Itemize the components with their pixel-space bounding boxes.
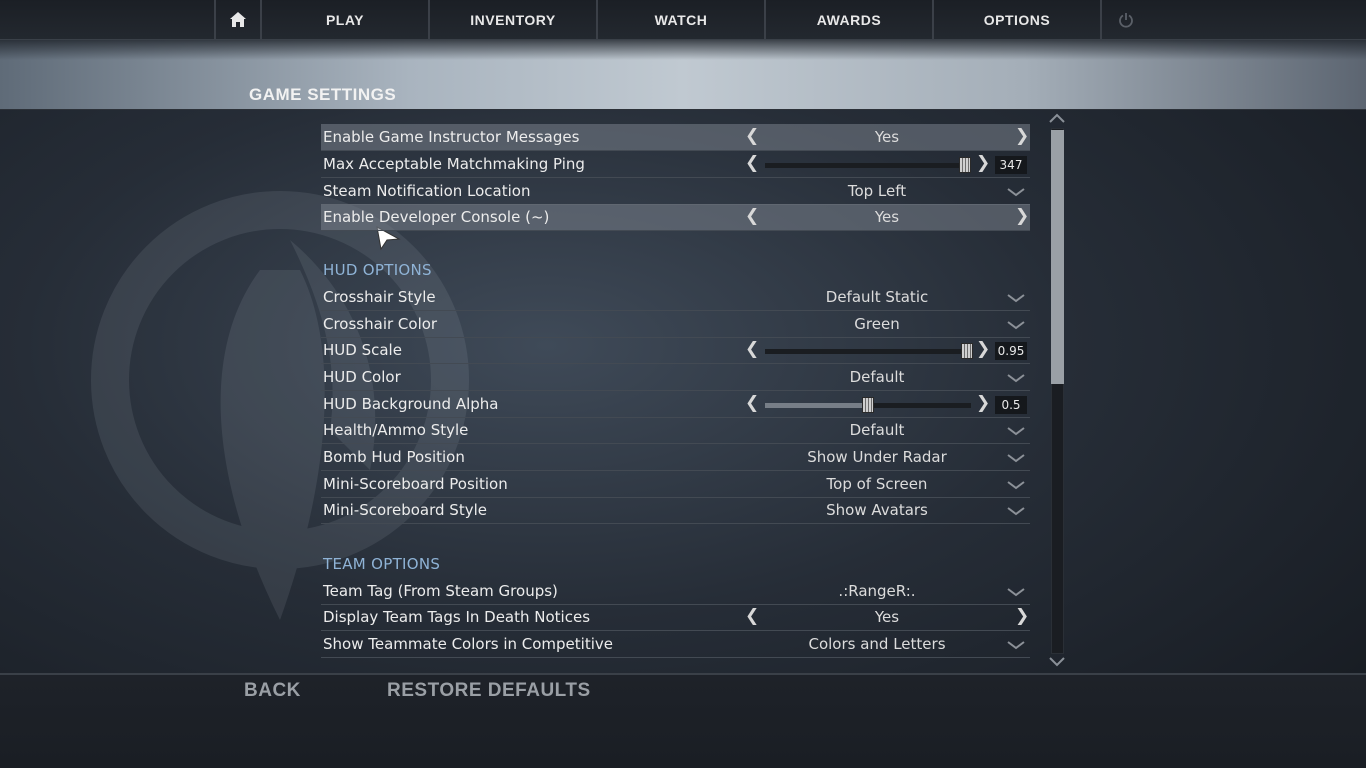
slider-fill <box>765 163 965 168</box>
setting-label: HUD Background Alpha <box>323 395 499 413</box>
setting-dropdown-value[interactable]: Green <box>761 315 1013 333</box>
setting-label: Display Team Tags In Death Notices <box>323 608 591 626</box>
setting-dropdown-value[interactable]: Default <box>761 368 1013 386</box>
setting-row[interactable]: Mini-Scoreboard Position Top of Screen <box>321 471 1030 498</box>
setting-row[interactable]: Crosshair Style Default Static <box>321 284 1030 311</box>
arrow-left-icon[interactable]: ❮ <box>745 393 759 413</box>
restore-defaults-button[interactable]: RESTORE DEFAULTS <box>387 680 591 702</box>
scroll-up-icon[interactable] <box>1048 112 1066 124</box>
setting-row[interactable]: Bomb Hud Position Show Under Radar <box>321 444 1030 471</box>
chevron-down-icon[interactable] <box>1007 426 1025 436</box>
slider-track[interactable] <box>765 343 973 359</box>
home-icon <box>230 12 246 27</box>
setting-row[interactable]: Health/Ammo Style Default <box>321 417 1030 444</box>
arrow-right-icon[interactable]: ❯ <box>1015 606 1029 626</box>
scrollbar-thumb[interactable] <box>1051 130 1064 384</box>
setting-row[interactable]: Display Team Tags In Death Notices ❮ Yes ❯ <box>321 604 1030 631</box>
slider-handle[interactable] <box>958 157 971 173</box>
section-title-hud: HUD OPTIONS <box>323 261 432 279</box>
nav-watch[interactable]: WATCH <box>598 0 766 39</box>
setting-dropdown-value[interactable]: .:RangeR:. <box>761 582 1013 600</box>
setting-label: Mini-Scoreboard Style <box>323 501 487 519</box>
setting-label: Crosshair Color <box>323 315 438 333</box>
arrow-right-icon[interactable]: ❯ <box>976 153 990 173</box>
chevron-down-icon[interactable] <box>1007 480 1025 490</box>
setting-dropdown-value[interactable]: Default <box>761 421 1013 439</box>
chevron-down-icon[interactable] <box>1007 640 1025 650</box>
slider-handle[interactable] <box>960 343 973 359</box>
setting-row[interactable]: HUD Background Alpha ❮ ❯ 0.5 <box>321 391 1030 418</box>
setting-dropdown-value[interactable]: Show Avatars <box>761 501 1013 519</box>
slider-fill <box>765 349 967 354</box>
chevron-down-icon[interactable] <box>1007 373 1025 383</box>
setting-label: Max Acceptable Matchmaking Ping <box>323 155 585 173</box>
setting-label: Bomb Hud Position <box>323 448 465 466</box>
arrow-right-icon[interactable]: ❯ <box>1015 206 1029 226</box>
arrow-right-icon[interactable]: ❯ <box>976 339 990 359</box>
slider-track[interactable] <box>765 157 971 173</box>
setting-dropdown-value[interactable]: Colors and Letters <box>761 635 1013 653</box>
chevron-down-icon[interactable] <box>1007 293 1025 303</box>
setting-label: Enable Developer Console (~) <box>323 208 550 226</box>
chevron-down-icon[interactable] <box>1007 320 1025 330</box>
setting-dropdown-value[interactable]: Show Under Radar <box>761 448 1013 466</box>
section-title-team: TEAM OPTIONS <box>323 555 441 573</box>
slider-fill <box>868 403 971 408</box>
power-icon <box>1119 12 1133 28</box>
chevron-down-icon[interactable] <box>1007 587 1025 597</box>
setting-label: Health/Ammo Style <box>323 421 469 439</box>
setting-row[interactable]: HUD Scale ❮ ❯ 0.95 <box>321 337 1030 364</box>
slider-value[interactable]: 0.95 <box>995 342 1027 360</box>
chevron-down-icon[interactable] <box>1007 506 1025 516</box>
nav-home-button[interactable] <box>214 0 262 39</box>
setting-label: Crosshair Style <box>323 288 436 306</box>
setting-value: Yes <box>874 128 900 146</box>
setting-label: Team Tag (From Steam Groups) <box>323 582 558 600</box>
arrow-left-icon[interactable]: ❮ <box>745 606 759 626</box>
setting-value: Yes <box>874 208 900 226</box>
setting-row[interactable]: Mini-Scoreboard Style Show Avatars <box>321 497 1030 524</box>
page-title: GAME SETTINGS <box>249 85 397 104</box>
footer-bar <box>0 673 1366 768</box>
chevron-down-icon[interactable] <box>1007 453 1025 463</box>
chevron-down-icon[interactable] <box>1007 187 1025 197</box>
back-button[interactable]: BACK <box>244 680 301 702</box>
arrow-right-icon[interactable]: ❯ <box>976 393 990 413</box>
setting-dropdown-value[interactable]: Top of Screen <box>761 475 1013 493</box>
setting-row[interactable]: Max Acceptable Matchmaking Ping ❮ ❯ 347 <box>321 151 1030 178</box>
setting-label: HUD Scale <box>323 341 402 359</box>
setting-row[interactable]: HUD Color Default <box>321 364 1030 391</box>
arrow-left-icon[interactable]: ❮ <box>745 153 759 173</box>
setting-row[interactable]: Team Tag (From Steam Groups) .:RangeR:. <box>321 578 1030 605</box>
setting-row[interactable]: Crosshair Color Green <box>321 311 1030 338</box>
setting-label: Steam Notification Location <box>323 182 531 200</box>
slider-track[interactable] <box>765 397 971 413</box>
arrow-left-icon[interactable]: ❮ <box>745 126 759 146</box>
setting-dropdown-value[interactable]: Default Static <box>761 288 1013 306</box>
slider-handle[interactable] <box>862 397 874 413</box>
slider-value[interactable]: 0.5 <box>995 396 1027 414</box>
nav-inventory[interactable]: INVENTORY <box>430 0 598 39</box>
setting-label: Enable Game Instructor Messages <box>323 128 580 146</box>
slider-value[interactable]: 347 <box>995 156 1027 174</box>
nav-play[interactable]: PLAY <box>262 0 430 39</box>
setting-row[interactable]: Show Teammate Colors in Competitive Color… <box>321 631 1030 658</box>
setting-row[interactable]: Enable Developer Console (~) ❮ Yes ❯ <box>321 204 1030 231</box>
nav-power-button[interactable] <box>1102 0 1150 39</box>
nav-awards[interactable]: AWARDS <box>766 0 934 39</box>
top-nav: PLAY INVENTORY WATCH AWARDS OPTIONS <box>0 0 1366 40</box>
arrow-right-icon[interactable]: ❯ <box>1015 126 1029 146</box>
setting-label: HUD Color <box>323 368 401 386</box>
nav-options[interactable]: OPTIONS <box>934 0 1102 39</box>
setting-dropdown-value[interactable]: Top Left <box>761 182 1013 200</box>
setting-row[interactable]: Steam Notification Location Top Left <box>321 178 1030 205</box>
scroll-down-icon[interactable] <box>1048 656 1066 668</box>
arrow-left-icon[interactable]: ❮ <box>745 339 759 359</box>
header-band <box>0 40 1366 110</box>
arrow-left-icon[interactable]: ❮ <box>745 206 759 226</box>
setting-value: Yes <box>874 608 900 626</box>
setting-label: Mini-Scoreboard Position <box>323 475 508 493</box>
setting-label: Show Teammate Colors in Competitive <box>323 635 613 653</box>
setting-row[interactable]: Enable Game Instructor Messages ❮ Yes ❯ <box>321 124 1030 151</box>
